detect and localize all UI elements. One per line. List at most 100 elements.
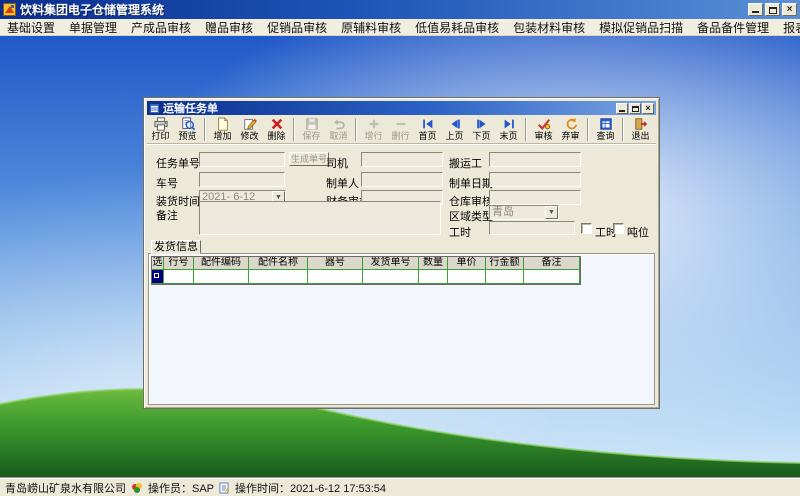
menu-item-basic-settings[interactable]: 基础设置	[0, 18, 62, 37]
toolbar-button-label: 增行	[364, 131, 382, 141]
grid-cell[interactable]	[164, 270, 194, 284]
row-selector-cell[interactable]	[152, 270, 164, 284]
work-hours-input[interactable]	[489, 221, 575, 235]
tonnage-checkbox-label: 吨位	[627, 224, 649, 240]
shipping-info-panel: 选行号配件编码配件名称器号发货单号数量单价行金额备注	[148, 253, 655, 405]
undo-icon	[332, 117, 346, 131]
toolbar-button-label: 修改	[240, 131, 258, 141]
toolbar-unaudit-button[interactable]: 弃审	[557, 116, 584, 143]
delete-icon	[270, 117, 284, 131]
toolbar-modify-button[interactable]: 修改	[236, 116, 263, 143]
toolbar-button-label: 下页	[472, 131, 490, 141]
toolbar-button-label: 退出	[631, 131, 649, 141]
menu-item-spare-parts-management[interactable]: 备品备件管理	[690, 18, 776, 37]
creator-input[interactable]	[361, 172, 443, 187]
grid-cell[interactable]	[486, 270, 524, 284]
grid-cell[interactable]	[249, 270, 308, 284]
toolbar-print-button[interactable]: 打印	[147, 116, 174, 143]
dialog-toolbar: 打印预览 增加修改删除保存取消 增行删行首页上页下页末页审核弃审查询 退出	[147, 116, 656, 144]
generate-no-button[interactable]: 生成单号	[289, 152, 329, 166]
menu-item-simulated-promo-scan[interactable]: 模拟促销品扫描	[592, 18, 690, 37]
grid-header-cell: 选	[152, 257, 164, 270]
toolbar-button-label: 删行	[391, 131, 409, 141]
printer-icon	[154, 117, 168, 131]
toolbar-add-row-button: 增行	[360, 116, 387, 143]
task-no-label: 任务单号	[156, 155, 200, 171]
maximize-button[interactable]	[765, 3, 780, 16]
dialog-minimize-button[interactable]	[616, 103, 628, 114]
toolbar-prev-page-button[interactable]: 上页	[441, 116, 468, 143]
region-type-label: 区域类型	[449, 208, 493, 224]
toolbar-add-button[interactable]: 增加	[209, 116, 236, 143]
status-bar: 青岛崂山矿泉水有限公司 操作员：SAP 操作时间：2021-6-12 17:53…	[0, 478, 800, 496]
app-title: 饮料集团电子仓储管理系统	[20, 1, 164, 18]
driver-input[interactable]	[361, 152, 443, 167]
hours-checkbox[interactable]	[581, 223, 592, 234]
toolbar-button-label: 增加	[213, 131, 231, 141]
grid-cell[interactable]	[448, 270, 486, 284]
toolbar-save-button: 保存	[298, 116, 325, 143]
warehouse-audit-input[interactable]	[489, 190, 581, 205]
operation-time-text: 操作时间：2021-6-12 17:53:54	[235, 480, 386, 496]
toolbar-preview-button[interactable]: 预览	[174, 116, 201, 143]
menu-item-gift-audit[interactable]: 赠品审核	[198, 18, 260, 37]
dialog-title: 运输任务单	[163, 100, 218, 116]
menu-item-raw-material-audit[interactable]: 原辅料审核	[334, 18, 408, 37]
region-type-value: 青岛	[492, 206, 514, 218]
menu-item-low-value-consumable-audit[interactable]: 低值易耗品审核	[408, 18, 506, 37]
toolbar-button-label: 预览	[178, 131, 196, 141]
toolbar-separator	[355, 118, 357, 141]
grid-cell[interactable]	[308, 270, 363, 284]
chevron-down-icon[interactable]: ▼	[545, 206, 558, 219]
porter-label: 搬运工	[449, 155, 482, 171]
operator-text: 操作员：SAP	[148, 480, 214, 496]
remark-textarea[interactable]	[199, 201, 441, 235]
dialog-title-bar: 运输任务单 ×	[147, 101, 656, 115]
menu-item-document-management[interactable]: 单据管理	[62, 18, 124, 37]
tab-shipping-info[interactable]: 发货信息	[151, 240, 201, 254]
toolbar-last-page-button[interactable]: 末页	[495, 116, 522, 143]
app-window: 饮料集团电子仓储管理系统 × 基础设置单据管理产成品审核赠品审核促销品审核原辅料…	[0, 0, 800, 496]
toolbar-delete-row-button: 删行	[387, 116, 414, 143]
task-no-input[interactable]	[199, 152, 285, 167]
toolbar-button-label: 审核	[534, 131, 552, 141]
toolbar-first-page-button[interactable]: 首页	[414, 116, 441, 143]
toolbar-query-button[interactable]: 查询	[592, 116, 619, 143]
toolbar-exit-button[interactable]: 退出	[627, 116, 654, 143]
menu-item-promo-item-audit[interactable]: 促销品审核	[260, 18, 334, 37]
add-doc-icon	[216, 117, 230, 131]
toolbar-separator	[204, 118, 206, 141]
mdi-area: 运输任务单 × 打印预览 增加修改删除保存取消 增行删行首页上页下页末页审核弃审查询…	[0, 36, 800, 478]
toolbar-button-label: 查询	[596, 131, 614, 141]
add-row-icon	[367, 117, 381, 131]
toolbar-next-page-button[interactable]: 下页	[468, 116, 495, 143]
tonnage-checkbox[interactable]	[613, 223, 624, 234]
table-row[interactable]	[152, 270, 580, 284]
grid-cell[interactable]	[363, 270, 419, 284]
minimize-button[interactable]	[748, 3, 763, 16]
grid-cell[interactable]	[194, 270, 249, 284]
toolbar-delete-button[interactable]: 删除	[263, 116, 290, 143]
porter-input[interactable]	[489, 152, 581, 167]
menu-item-report-query[interactable]: 报表查询	[776, 18, 800, 37]
audit-icon	[537, 117, 551, 131]
toolbar-cancel-button: 取消	[325, 116, 352, 143]
grid-header-cell: 备注	[524, 257, 580, 270]
dialog-maximize-button[interactable]	[629, 103, 641, 114]
grid-cell[interactable]	[524, 270, 580, 284]
toolbar-audit-button[interactable]: 审核	[530, 116, 557, 143]
menu-item-finished-product-audit[interactable]: 产成品审核	[124, 18, 198, 37]
dialog-close-button[interactable]: ×	[642, 103, 654, 114]
time-icon	[219, 482, 230, 494]
menu-item-packaging-material-audit[interactable]: 包装材料审核	[506, 18, 592, 37]
prev-page-icon	[448, 117, 462, 131]
vehicle-no-input[interactable]	[199, 172, 285, 187]
create-date-input[interactable]	[489, 172, 581, 187]
region-type-combo[interactable]: 青岛 ▼	[489, 205, 559, 220]
preview-icon	[181, 117, 195, 131]
next-page-icon	[475, 117, 489, 131]
grid-cell[interactable]	[419, 270, 448, 284]
toolbar-button-label: 取消	[329, 131, 347, 141]
close-button[interactable]: ×	[782, 3, 797, 16]
menu-bar: 基础设置单据管理产成品审核赠品审核促销品审核原辅料审核低值易耗品审核包装材料审核…	[0, 19, 800, 36]
